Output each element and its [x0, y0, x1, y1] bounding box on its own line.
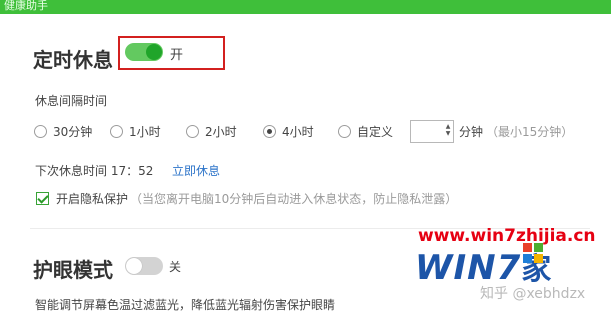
min-interval-hint: （最小15分钟）	[486, 125, 574, 139]
privacy-label[interactable]: 开启隐私保护	[56, 190, 128, 207]
radio-4hour[interactable]	[263, 125, 276, 138]
toggle-knob	[126, 258, 142, 274]
rest-now-link[interactable]: 立即休息	[172, 162, 220, 179]
next-rest-time: 下次休息时间 17：52	[35, 164, 154, 178]
window-title: 健康助手	[4, 0, 48, 12]
privacy-checkbox[interactable]	[36, 192, 49, 205]
radio-custom[interactable]	[338, 125, 351, 138]
window-titlebar: 健康助手	[0, 0, 611, 14]
option-4hour-label[interactable]: 4小时	[282, 123, 314, 140]
rest-timer-toggle-label: 开	[170, 48, 184, 63]
option-1hour-label[interactable]: 1小时	[129, 123, 161, 140]
toggle-knob	[146, 44, 162, 60]
eye-mode-toggle-label: 关	[169, 260, 182, 274]
radio-1hour[interactable]	[110, 125, 123, 138]
unit-label: 分钟	[459, 125, 484, 139]
eye-mode-title: 护眼模式	[33, 258, 113, 282]
watermark-logo-text: WIN7	[415, 248, 522, 288]
eye-mode-toggle[interactable]	[125, 257, 163, 275]
watermark-site: www.win7zhijia.cn	[418, 226, 596, 246]
rest-timer-title: 定时休息	[33, 48, 113, 72]
rest-timer-toggle[interactable]	[125, 43, 163, 61]
option-2hour-label[interactable]: 2小时	[205, 123, 237, 140]
custom-minutes-stepper[interactable]: ▲ ▼	[410, 120, 454, 143]
radio-30min[interactable]	[34, 125, 47, 138]
radio-2hour[interactable]	[186, 125, 199, 138]
option-custom-label[interactable]: 自定义	[357, 123, 393, 140]
eye-mode-description: 智能调节屏幕色温过滤蓝光，降低蓝光辐射伤害保护眼睛	[35, 298, 336, 312]
spinner-arrows-icon[interactable]: ▲ ▼	[444, 123, 452, 137]
interval-label: 休息间隔时间	[35, 94, 108, 108]
watermark-zhihu: 知乎 @xebhdzx	[480, 286, 586, 302]
windows-logo-icon	[522, 242, 544, 268]
privacy-hint: （当您离开电脑10分钟后自动进入休息状态，防止隐私泄露）	[130, 192, 458, 206]
option-30min-label[interactable]: 30分钟	[53, 123, 92, 140]
